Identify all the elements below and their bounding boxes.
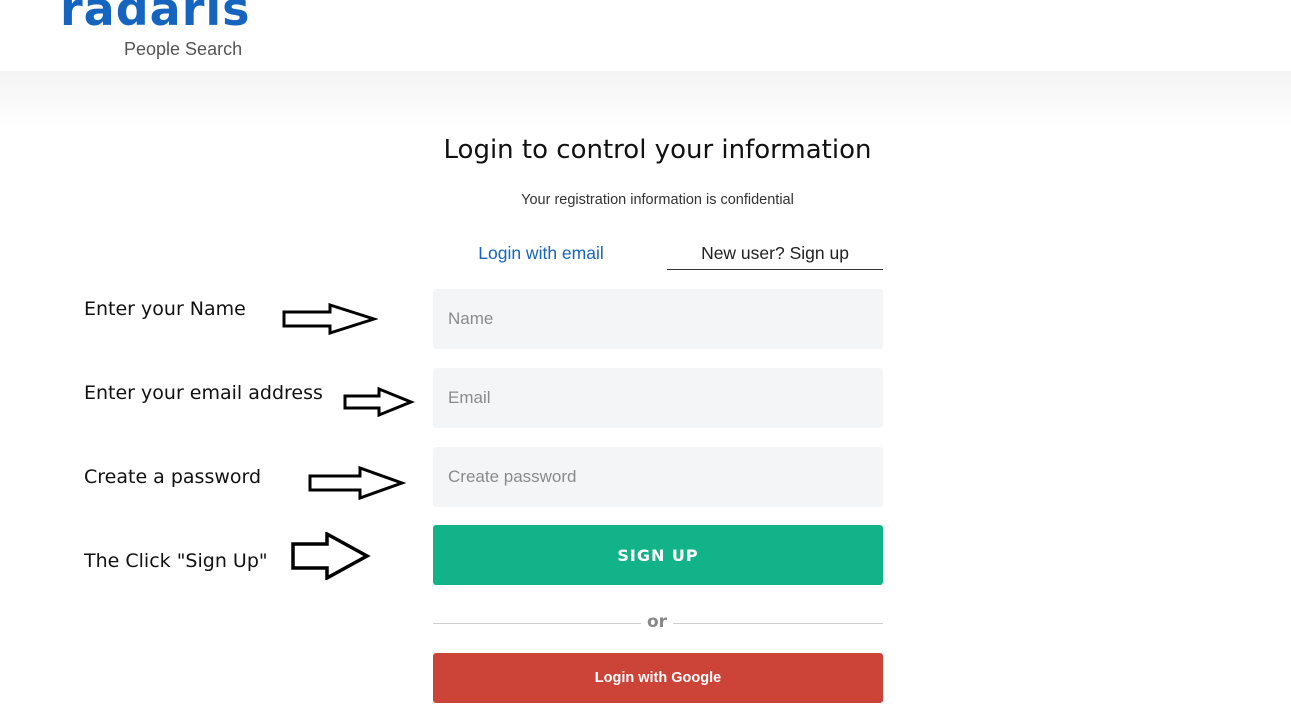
sign-up-button[interactable]: SIGN UP (433, 525, 883, 585)
annotation-enter-email: Enter your email address (84, 382, 323, 404)
tab-login-with-email[interactable]: Login with email (433, 240, 649, 270)
page-subtitle: Your registration information is confide… (521, 192, 794, 208)
page-title: Login to control your information (443, 135, 872, 165)
header-shadow-band (0, 71, 1291, 131)
login-with-google-button[interactable]: Login with Google (433, 653, 883, 703)
annotation-enter-name: Enter your Name (84, 298, 246, 320)
right-arrow-icon (308, 466, 406, 500)
radaris-logo[interactable]: radaris (60, 0, 251, 32)
divider-right (673, 623, 883, 624)
password-input[interactable] (433, 447, 883, 507)
tab-sign-up[interactable]: New user? Sign up (667, 240, 883, 270)
email-input[interactable] (433, 368, 883, 428)
right-arrow-icon (282, 303, 378, 335)
annotation-click-sign-up: The Click "Sign Up" (84, 550, 268, 572)
divider-left (433, 623, 641, 624)
right-arrow-icon (291, 532, 371, 580)
annotation-create-password: Create a password (84, 466, 262, 488)
or-separator: or (646, 612, 668, 632)
site-header: radaris People Search (0, 0, 1291, 71)
name-input[interactable] (433, 289, 883, 349)
logo-subtitle: People Search (124, 39, 243, 59)
right-arrow-icon (343, 387, 415, 417)
